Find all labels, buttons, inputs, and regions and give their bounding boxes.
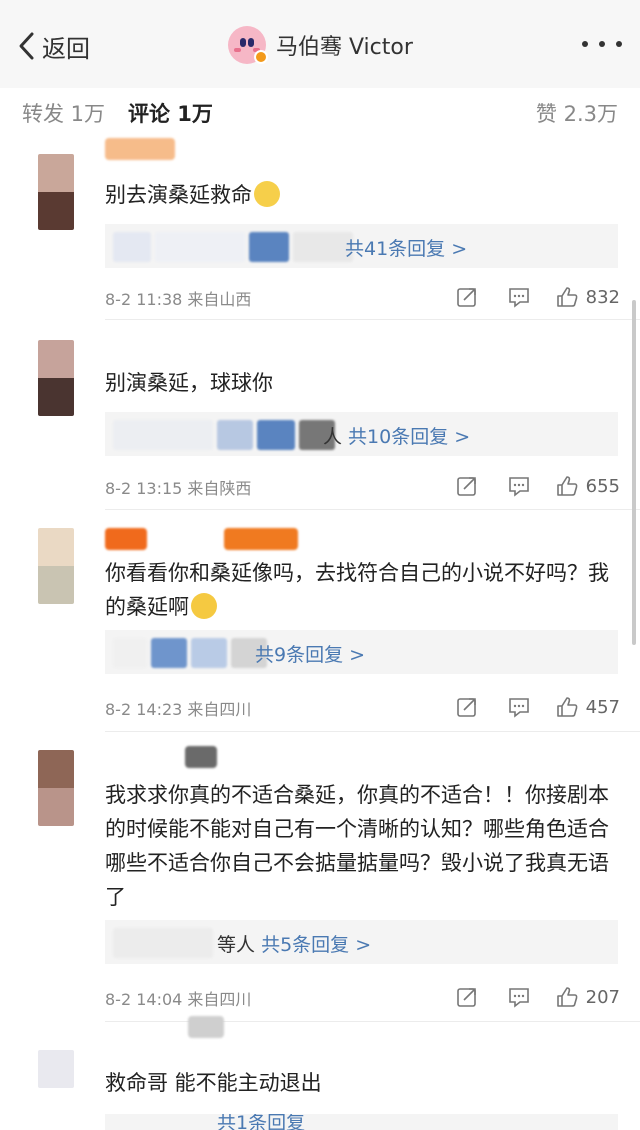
melting-face-emoji xyxy=(254,181,280,207)
top-bar: 返回 马伯骞 Victor xyxy=(0,0,640,88)
chevron-left-icon xyxy=(19,32,34,60)
verified-badge-icon xyxy=(254,50,268,64)
back-label: 返回 xyxy=(42,34,90,63)
reply-preview[interactable]: 等人 共5条回复 > xyxy=(105,920,618,964)
comment-text: 你看看你和桑延像吗，去找符合自己的小说不好吗？我的桑延啊 xyxy=(105,561,609,619)
comment-actions: 832 xyxy=(456,284,620,310)
comment-item: 别去演桑延救命 共41条回复 > 8-2 11:38 来自山西 832 xyxy=(0,138,640,320)
avatar[interactable] xyxy=(38,750,74,826)
share-icon[interactable] xyxy=(456,286,478,308)
comment-icon[interactable] xyxy=(508,986,530,1008)
reply-preview[interactable]: 共9条回复 > xyxy=(105,630,618,674)
share-icon[interactable] xyxy=(456,475,478,497)
avatar[interactable] xyxy=(38,528,74,604)
reply-count-link[interactable]: 共41条回复 > xyxy=(345,234,467,261)
reply-preview[interactable]: 共41条回复 > xyxy=(105,224,618,268)
thumbs-up-icon xyxy=(556,287,578,307)
comment-meta: 8-2 14:04 来自四川 xyxy=(105,990,252,1009)
share-icon[interactable] xyxy=(456,696,478,718)
comment-text: 我求求你真的不适合桑延，你真的不适合！！你接剧本的时候能不能对自己有一个清晰的认… xyxy=(105,783,609,909)
thumbs-up-icon xyxy=(556,697,578,717)
comment-item: 救命哥 能不能主动退出 共1条回复 xyxy=(0,1016,640,1130)
like-count: 655 xyxy=(585,475,620,497)
back-button[interactable]: 返回 xyxy=(16,28,90,64)
page-title: 马伯骞 Victor xyxy=(276,35,413,60)
tab-like[interactable]: 赞 2.3万 xyxy=(536,98,618,128)
like-button[interactable]: 655 xyxy=(556,475,620,497)
more-dots-icon[interactable] xyxy=(582,34,622,54)
comment-text: 别演桑延，球球你 xyxy=(105,371,273,395)
comment-icon[interactable] xyxy=(508,696,530,718)
reply-count-link[interactable]: 人 共10条回复 > xyxy=(323,422,470,449)
like-count: 207 xyxy=(585,986,620,1008)
like-button[interactable]: 457 xyxy=(556,696,620,718)
username-blurred[interactable] xyxy=(188,1016,224,1038)
like-count: 832 xyxy=(585,286,620,308)
avatar[interactable] xyxy=(38,340,74,416)
comment-actions: 457 xyxy=(456,694,620,720)
comment-meta: 8-2 11:38 来自山西 xyxy=(105,290,252,309)
reply-count-link[interactable]: 等人 共5条回复 > xyxy=(217,930,371,957)
reply-count-link[interactable]: 共1条回复 xyxy=(217,1114,305,1130)
thumbs-up-icon xyxy=(556,987,578,1007)
comment-item: 我求求你真的不适合桑延，你真的不适合！！你接剧本的时候能不能对自己有一个清晰的认… xyxy=(0,732,640,1022)
comment-meta: 8-2 13:15 来自陕西 xyxy=(105,479,252,498)
comment-icon[interactable] xyxy=(508,475,530,497)
comment-item: 你看看你和桑延像吗，去找符合自己的小说不好吗？我的桑延啊 共9条回复 > 8-2… xyxy=(0,510,640,732)
comment-item: 别演桑延，球球你 人 共10条回复 > 8-2 13:15 来自陕西 655 xyxy=(0,320,640,510)
like-count: 457 xyxy=(585,696,620,718)
username-blurred[interactable] xyxy=(224,528,298,550)
comment-meta: 8-2 14:23 来自四川 xyxy=(105,700,252,719)
comment-text: 救命哥 能不能主动退出 xyxy=(105,1071,322,1095)
tab-bar: 转发 1万 评论 1万 赞 2.3万 xyxy=(0,88,640,138)
comment-actions: 655 xyxy=(456,473,620,499)
avatar[interactable] xyxy=(38,1050,74,1088)
thumbs-up-icon xyxy=(556,476,578,496)
username-blurred[interactable] xyxy=(105,138,175,160)
tab-comment[interactable]: 评论 1万 xyxy=(128,98,213,128)
crying-face-emoji xyxy=(191,593,217,619)
comment-icon[interactable] xyxy=(508,286,530,308)
like-button[interactable]: 207 xyxy=(556,986,620,1008)
reply-count-link[interactable]: 共9条回复 > xyxy=(255,640,365,667)
reply-preview[interactable]: 共1条回复 xyxy=(105,1114,618,1130)
scrollbar[interactable] xyxy=(632,300,636,645)
username-blurred[interactable] xyxy=(185,746,217,768)
tab-repost[interactable]: 转发 1万 xyxy=(22,98,105,128)
like-button[interactable]: 832 xyxy=(556,286,620,308)
share-icon[interactable] xyxy=(456,986,478,1008)
comment-actions: 207 xyxy=(456,984,620,1010)
username-blurred[interactable] xyxy=(105,528,147,550)
reply-preview[interactable]: 人 共10条回复 > xyxy=(105,412,618,456)
avatar[interactable] xyxy=(38,154,74,230)
comment-text: 别去演桑延救命 xyxy=(105,178,625,212)
